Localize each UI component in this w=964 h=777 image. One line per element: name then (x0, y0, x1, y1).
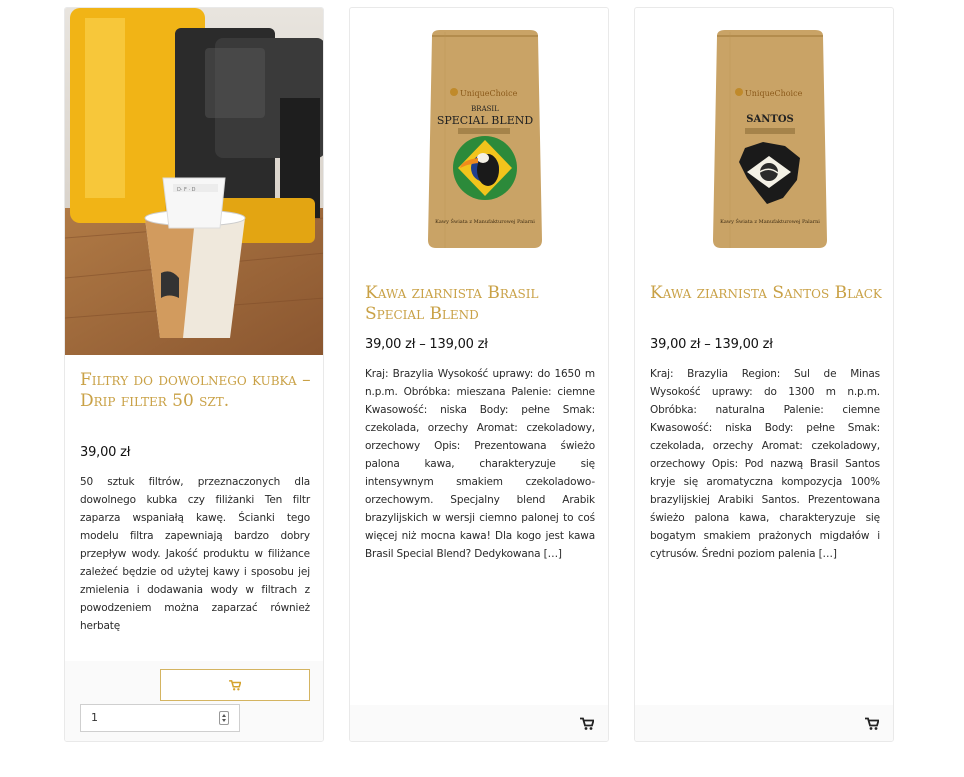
coffee-bag-santos: UniqueChoice SANTOS Kawy Świata z Manufa… (713, 30, 827, 248)
product-title[interactable]: Filtry do dowolnego kubka – Drip filter … (80, 370, 312, 412)
add-to-cart-button[interactable] (160, 669, 310, 701)
product-price: 39,00 zł – 139,00 zł (650, 337, 773, 352)
product-price: 39,00 zł – 139,00 zł (365, 337, 488, 352)
product-description: Kraj: Brazylia Wysokość uprawy: do 1650 … (365, 368, 595, 560)
bag-line1: SANTOS (746, 114, 794, 125)
cart-icon[interactable] (580, 717, 594, 731)
quantity-input[interactable]: 1 (80, 704, 240, 732)
cart-icon (229, 679, 241, 690)
product-actions (635, 705, 893, 741)
product-card-drip-filter: D· F · D Filtry do dowolnego kubka – Dri… (64, 7, 324, 742)
bag-brand: UniqueChoice (745, 89, 803, 98)
bag-brand: UniqueChoice (460, 89, 518, 98)
bag-line1: BRASIL (471, 105, 499, 113)
product-image-brasil[interactable]: UniqueChoice BRASIL SPECIAL BLEND Kawy Ś… (350, 8, 608, 258)
coffee-bag-brasil: UniqueChoice BRASIL SPECIAL BLEND Kawy Ś… (428, 30, 542, 248)
bag-footer: Kawy Świata z Manufakturowej Palarni (720, 217, 820, 225)
product-description: 50 sztuk filtrów, przeznaczonych dla dow… (80, 476, 310, 632)
quantity-stepper[interactable] (219, 711, 229, 725)
cart-icon[interactable] (865, 717, 879, 731)
drip-filter-photo: D· F · D (65, 8, 323, 355)
bag-footer: Kawy Świata z Manufakturowej Palarni (435, 217, 535, 225)
svg-text:D· F · D: D· F · D (177, 187, 196, 193)
quantity-value: 1 (91, 711, 98, 724)
product-card-brasil-special-blend: UniqueChoice BRASIL SPECIAL BLEND Kawy Ś… (349, 7, 609, 742)
product-image-santos[interactable]: UniqueChoice SANTOS Kawy Świata z Manufa… (635, 8, 893, 258)
product-title[interactable]: Kawa ziarnista Santos Black (650, 283, 882, 304)
product-image-drip-filter[interactable]: D· F · D (65, 8, 323, 355)
product-card-santos-black: UniqueChoice SANTOS Kawy Świata z Manufa… (634, 7, 894, 742)
product-title[interactable]: Kawa ziarnista Brasil Special Blend (365, 283, 597, 325)
bag-line2: SPECIAL BLEND (437, 114, 534, 127)
product-actions: 1 (65, 661, 323, 741)
product-description: Kraj: Brazylia Region: Sul de Minas Wyso… (650, 368, 880, 560)
product-actions (350, 705, 608, 741)
product-price: 39,00 zł (80, 445, 131, 460)
